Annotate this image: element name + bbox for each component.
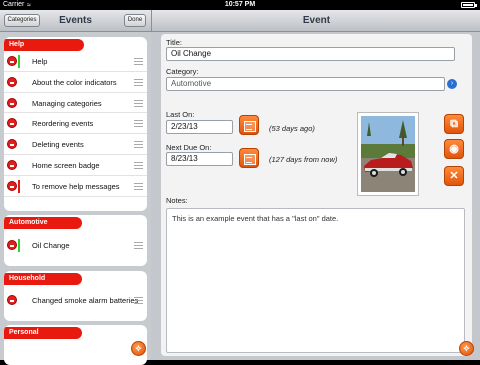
photo-library-icon[interactable]: ⧉ [444,114,464,134]
event-label: Managing categories [32,98,102,108]
group-help: Help Help About the color indicators Man… [4,37,147,211]
calendar-icon[interactable] [239,115,259,135]
next-due-label: Next Due On: [166,143,212,152]
reorder-grip-icon[interactable] [134,182,143,190]
group-label: Automotive [4,217,82,229]
event-detail-pane: Event Title: Oil Change Category: Automo… [151,10,480,360]
calendar-icon[interactable] [239,148,259,168]
event-photo[interactable] [357,112,419,196]
title-label: Title: [166,38,182,47]
group-automotive: Automotive Oil Change [4,215,147,266]
last-on-note: (53 days ago) [269,124,315,133]
event-label: Help [32,57,48,66]
notes-field[interactable]: This is an example event that has a "las… [166,208,465,353]
event-toolbar: Event [151,10,480,32]
status-indicator [18,55,20,68]
clock: 10:57 PM [224,1,256,8]
reorder-grip-icon[interactable] [134,99,143,107]
event-label: Changed smoke alarm batteries [32,296,139,305]
delete-icon[interactable] [7,240,17,250]
category-label: Category: [166,67,199,76]
list-item[interactable]: About the color indicators [4,72,147,93]
list-item[interactable]: Help [4,51,147,72]
group-header: Automotive [4,215,147,229]
camera-icon[interactable]: ◉ [444,139,464,159]
events-toolbar: Categories Events Done [0,10,151,32]
list-item[interactable]: Managing categories [4,93,147,114]
group-personal: Personal [4,325,147,365]
remove-photo-icon[interactable]: ✕ [444,166,464,186]
delete-icon[interactable] [7,295,17,305]
next-due-field[interactable]: 8/23/13 [166,152,233,166]
reorder-grip-icon[interactable] [134,78,143,86]
delete-icon[interactable] [7,97,17,108]
event-label: About the color indicators [32,77,117,87]
group-label: Help [4,39,84,51]
event-label: To remove help messages [32,181,120,191]
delete-icon[interactable] [7,56,17,66]
reorder-grip-icon[interactable] [134,242,143,249]
disclosure-icon[interactable]: › [447,79,457,89]
group-household: Household Changed smoke alarm batteries [4,271,147,321]
list-item[interactable]: To remove help messages [4,176,147,197]
event-label: Oil Change [32,241,70,250]
list-item[interactable]: Reordering events [4,113,147,135]
reorder-grip-icon[interactable] [134,120,143,128]
group-label: Household [4,273,82,285]
group-header: Household [4,271,147,285]
next-due-note: (127 days from now) [269,155,338,164]
list-item[interactable]: Changed smoke alarm batteries [4,290,147,311]
battery-cap-icon [475,4,477,7]
group-header: Help [4,37,147,51]
share-icon[interactable]: ⟡ [459,341,474,356]
last-on-label: Last On: [166,110,195,119]
group-label: Personal [4,327,82,339]
event-label: Reordering events [32,119,94,129]
last-on-field[interactable]: 2/23/13 [166,120,233,134]
share-icon[interactable]: ⟡ [131,341,146,356]
reorder-grip-icon[interactable] [134,161,143,169]
done-button[interactable]: Done [124,14,146,27]
reorder-grip-icon[interactable] [134,58,143,65]
delete-icon[interactable] [7,159,17,170]
category-field[interactable]: Automotive [166,77,445,91]
group-header: Personal [4,325,147,339]
reorder-grip-icon[interactable] [134,297,143,304]
event-title: Event [302,15,331,26]
delete-icon[interactable] [7,76,17,87]
list-item[interactable]: Home screen badge [4,155,147,176]
event-form: Title: Oil Change Category: Automotive ›… [161,34,472,356]
list-item[interactable]: Oil Change [4,235,147,256]
events-pane: Categories Events Done Help Help About t… [0,10,151,365]
delete-icon[interactable] [7,180,17,191]
delete-icon[interactable] [7,139,17,150]
car-photo-image [361,116,415,192]
event-label: Deleting events [32,140,84,150]
title-field[interactable]: Oil Change [166,47,455,61]
reorder-grip-icon[interactable] [134,141,143,149]
notes-label: Notes: [166,196,188,205]
status-indicator [18,239,20,252]
list-item[interactable]: Deleting events [4,134,147,155]
status-indicator [18,179,20,193]
status-bar: Carrier ≈ 10:57 PM [0,0,480,10]
battery-icon [461,2,475,8]
delete-icon[interactable] [7,118,17,129]
event-label: Home screen badge [32,160,100,170]
